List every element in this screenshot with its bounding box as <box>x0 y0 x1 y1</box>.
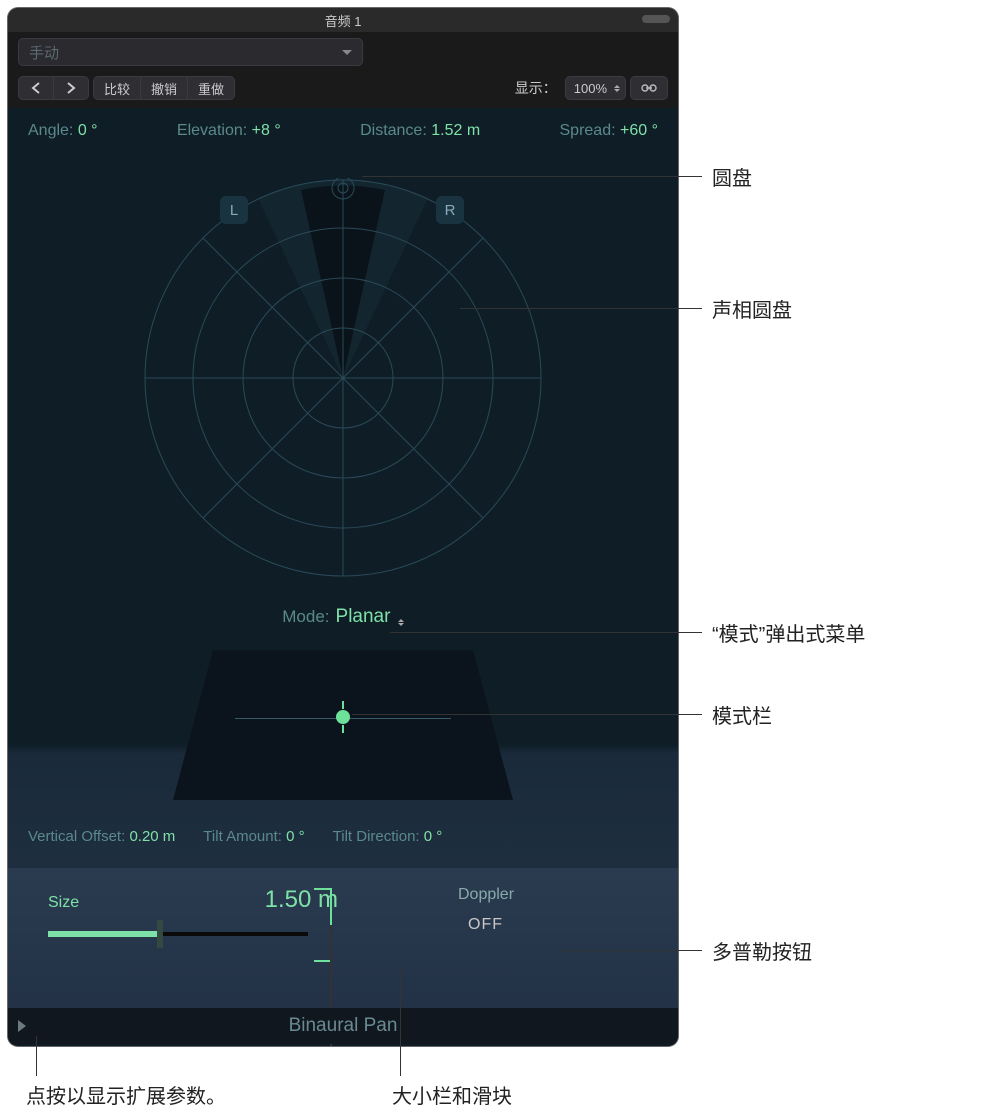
distance-label: Distance: <box>360 122 427 139</box>
right-badge: R <box>436 196 464 224</box>
link-button[interactable] <box>630 76 668 100</box>
bracket-icon <box>314 888 332 962</box>
doppler-label: Doppler <box>458 886 514 904</box>
left-badge: L <box>220 196 248 224</box>
size-block: Size 1.50 m <box>48 886 338 990</box>
plugin-name: Binaural Pan <box>289 1015 398 1037</box>
callout-line <box>560 950 702 951</box>
size-slider-thumb[interactable] <box>157 920 163 948</box>
disclosure-triangle-icon[interactable] <box>18 1020 26 1032</box>
callout-line <box>460 308 702 309</box>
chevron-down-icon <box>342 50 352 55</box>
callout-disclosure: 点按以显示扩展参数。 <box>26 1080 226 1109</box>
preset-placeholder: 手动 <box>29 42 59 63</box>
link-icon <box>639 82 659 94</box>
doppler-button[interactable]: OFF <box>458 914 513 936</box>
pan-radar[interactable] <box>143 178 543 578</box>
mode-row: Mode: Planar <box>8 606 678 628</box>
spread-label: Spread: <box>560 122 616 139</box>
tamount-label: Tilt Amount: <box>203 828 282 845</box>
plugin-footer: Binaural Pan <box>8 1008 678 1044</box>
edit-group: 比较 撤销 重做 <box>93 76 235 100</box>
prev-button[interactable] <box>18 76 53 100</box>
chevron-left-icon <box>31 82 41 94</box>
nav-group <box>18 76 89 100</box>
mode-value-text: Planar <box>336 606 391 627</box>
size-label: Size <box>48 894 79 912</box>
tdir-label: Tilt Direction: <box>333 828 420 845</box>
mode-slider-thumb[interactable] <box>336 710 350 724</box>
angle-value[interactable]: 0 ° <box>78 122 98 139</box>
tamount-value[interactable]: 0 ° <box>286 828 305 845</box>
redo-button[interactable]: 重做 <box>187 76 235 100</box>
param-row: Angle: 0 ° Elevation: +8 ° Distance: 1.5… <box>8 108 678 146</box>
zoom-value: 100% <box>574 81 607 96</box>
doppler-block: Doppler OFF <box>458 886 514 990</box>
callout-line <box>400 968 401 1076</box>
next-button[interactable] <box>53 76 89 100</box>
titlebar-pill <box>642 15 670 23</box>
preset-select[interactable]: 手动 <box>18 38 363 66</box>
chevron-right-icon <box>66 82 76 94</box>
pan-area[interactable]: L R <box>8 146 678 586</box>
compare-button[interactable]: 比较 <box>93 76 140 100</box>
preset-row: 手动 <box>8 32 678 72</box>
callout-size: 大小栏和滑块 <box>392 1080 512 1109</box>
callout-line <box>390 632 702 633</box>
elevation-label: Elevation: <box>177 122 247 139</box>
size-slider[interactable] <box>48 924 308 944</box>
tilt-row: Vertical Offset: 0.20 m Tilt Amount: 0 °… <box>8 810 678 851</box>
plugin-window: 音频 1 手动 比较 撤销 重做 显示： 100% <box>8 8 678 1046</box>
voffset-label: Vertical Offset: <box>28 828 125 845</box>
elevation-value[interactable]: +8 ° <box>252 122 281 139</box>
show-label: 显示： <box>515 78 557 98</box>
spread-value[interactable]: +60 ° <box>620 122 658 139</box>
callout-mode-popup: “模式”弹出式菜单 <box>712 618 865 647</box>
callout-pan-puck: 声相圆盘 <box>712 294 792 323</box>
window-titlebar[interactable]: 音频 1 <box>8 8 678 32</box>
mode-area[interactable] <box>173 640 513 810</box>
bottom-panel: Size 1.50 m Doppler OFF <box>8 868 678 1008</box>
voffset-value[interactable]: 0.20 m <box>129 828 175 845</box>
toolbar: 比较 撤销 重做 显示： 100% <box>8 72 678 108</box>
callout-mode-col: 模式栏 <box>712 700 772 729</box>
mode-select[interactable]: Planar <box>336 606 404 628</box>
distance-value[interactable]: 1.52 m <box>431 122 480 139</box>
zoom-select[interactable]: 100% <box>565 76 626 100</box>
undo-button[interactable]: 撤销 <box>140 76 187 100</box>
angle-label: Angle: <box>28 122 73 139</box>
callout-line <box>362 176 702 177</box>
callout-puck: 圆盘 <box>712 162 752 191</box>
callout-line <box>352 714 702 715</box>
callout-doppler: 多普勒按钮 <box>712 936 812 965</box>
window-title: 音频 1 <box>325 11 362 30</box>
callout-line <box>36 1036 37 1076</box>
mode-label: Mode: <box>282 607 329 627</box>
plugin-body: Angle: 0 ° Elevation: +8 ° Distance: 1.5… <box>8 108 678 1044</box>
tdir-value[interactable]: 0 ° <box>424 828 443 845</box>
